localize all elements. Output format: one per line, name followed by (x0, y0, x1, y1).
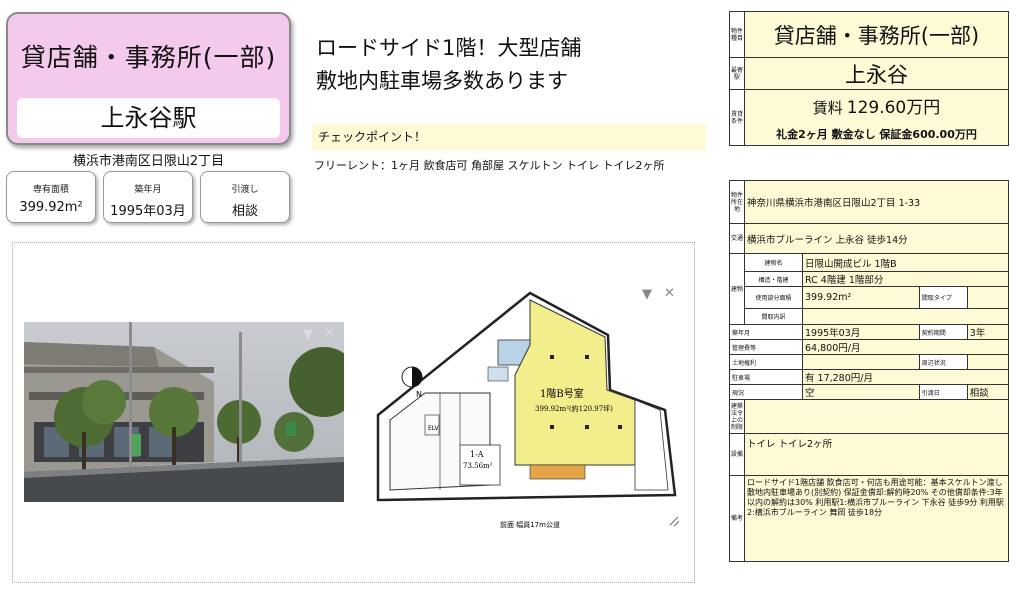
detail-table: 物件所在地 神奈川県横浜市港南区日限山2丁目 1-33 交通 横浜市ブルーライン… (729, 180, 1010, 562)
location-value: 神奈川県横浜市港南区日限山2丁目 1-33 (744, 180, 1009, 224)
built-value-cell: 1995年03月 (802, 324, 920, 340)
handover-label-cell: 引渡日 (918, 384, 968, 400)
area-value: 399.92m² (19, 200, 83, 215)
structure-label: 構造・階建 (744, 271, 803, 287)
built-value: 1995年03月 (110, 204, 186, 219)
equipment-value: トイレ トイレ2ヶ所 (744, 433, 1009, 476)
rent-terms-cell: 賃料 129.60万円 礼金2ヶ月 敷金なし 保証金600.00万円 (744, 89, 1009, 146)
handover-label: 引渡し (231, 185, 259, 195)
floorplan-expand-icon[interactable]: ▼ (642, 287, 652, 302)
room-type-label: 間取タイプ (918, 286, 968, 309)
headline-line1: ロードサイド1階！大型店舗 (316, 36, 582, 60)
building-side-label: 建物 (729, 253, 745, 325)
caution-side-label: 建築法令上の制限 (729, 399, 745, 434)
building-name-label: 建物名 (744, 253, 803, 272)
area-label: 専有面積 (32, 185, 69, 195)
built-label-cell: 築年月 (729, 324, 803, 340)
road-label: 前面 幅員17m公道 (500, 520, 560, 529)
photo-close-icon[interactable]: ✕ (324, 326, 335, 341)
mgmt-value: 64,800円/月 (802, 339, 1009, 355)
mgmt-label: 管理費等 (729, 339, 803, 355)
handover-card: 引渡し 相談 (200, 171, 290, 223)
station-side-label: 最寄駅 (729, 57, 745, 90)
land-value (802, 354, 920, 370)
property-type-card: 貸店舗・事務所(一部) 上永谷駅 (6, 12, 291, 145)
room-1b-area: 399.92m²(約120.97坪) (535, 404, 613, 413)
handover-value-cell: 相談 (966, 384, 1010, 400)
station-name: 上永谷駅 (17, 98, 280, 138)
room-type-value (966, 286, 1010, 309)
address-text: 横浜市港南区日限山2丁目 (72, 154, 225, 169)
area-label-cell: 使用部分面積 (744, 286, 803, 309)
headline-line2: 敷地内駐車場多数あります (316, 69, 568, 93)
feature-list: フリーレント：1ヶ月 飲食店可 角部屋 スケルトン トイレ トイレ2ヶ所 (314, 159, 665, 172)
floorplan-image[interactable]: ELV 1-A 73.56m² 1階B号室 399.92m²(約120.97坪)… (370, 285, 688, 535)
neighbor-value (966, 354, 1010, 370)
equipment-side-label: 設備 (729, 433, 745, 476)
north-label: N (416, 390, 422, 399)
structure-value: RC 4階建 1階部分 (802, 271, 1009, 287)
built-card: 築年月 1995年03月 (103, 171, 193, 223)
table-station: 上永谷 (744, 57, 1009, 90)
room-1b-label: 1階B号室 (540, 387, 584, 400)
built-label: 築年月 (134, 185, 162, 195)
traffic-side-label: 交通 (729, 223, 745, 254)
type-side-label: 物件種目 (729, 11, 745, 58)
exterior-photo[interactable] (24, 322, 344, 502)
status-value: 空 (802, 384, 920, 400)
summary-table: 物件種目 貸店舗・事務所(一部) 最寄駅 上永谷 賃貸条件 賃料 129.60万円… (729, 11, 1009, 146)
remarks-side-label: 備考 (729, 475, 745, 562)
room-1a-label: 1-A (470, 450, 484, 459)
photo-expand-icon[interactable]: ▼ (303, 327, 313, 342)
room-layout-value (802, 308, 1009, 325)
remarks-value: ロードサイド1階店舗 飲食店可・何店も用途可能：基本スケルトン渡し 敷地内駐車場… (744, 475, 1009, 562)
parking-value: 有 17,280円/月 (802, 369, 1009, 385)
contract-label: 契約期間 (918, 324, 968, 340)
rent-line: 賃料 129.60万円 (745, 93, 1008, 118)
parking-label: 駐車場 (729, 369, 803, 385)
status-label: 現況 (729, 384, 803, 400)
caution-value (744, 399, 1009, 434)
terms-side-label: 賃貸条件 (729, 89, 745, 146)
rent-value: 129.60万円 (846, 98, 941, 118)
handover-value: 相談 (231, 204, 258, 219)
building-name-value: 日限山開成ビル 1階B (802, 253, 1009, 272)
checkpoint-bar: チェックポイント！ (312, 124, 706, 150)
traffic-value: 横浜市ブルーライン 上永谷 徒歩14分 (744, 223, 1009, 254)
location-side-label: 物件所在地 (729, 180, 745, 224)
contract-value: 3年 (966, 324, 1010, 340)
headline: ロードサイド1階！大型店舗 敷地内駐車場多数あります (316, 32, 581, 98)
property-type-title: 貸店舗・事務所(一部) (20, 43, 277, 72)
area-value-cell: 399.92m² (802, 286, 920, 309)
floorplan-close-icon[interactable]: ✕ (664, 286, 675, 301)
rent-label: 賃料 (812, 99, 843, 117)
room-1a-area: 73.56m² (463, 462, 493, 470)
elv-label: ELV (428, 425, 439, 432)
fees-line: 礼金2ヶ月 敷金なし 保証金600.00万円 (776, 128, 977, 141)
land-label: 土地権利 (729, 354, 803, 370)
area-card: 専有面積 399.92m² (6, 171, 96, 223)
neighbor-label: 周辺状況 (918, 354, 968, 370)
table-property-type: 貸店舗・事務所(一部) (744, 11, 1009, 58)
room-layout-label: 間取内訳 (744, 308, 803, 325)
